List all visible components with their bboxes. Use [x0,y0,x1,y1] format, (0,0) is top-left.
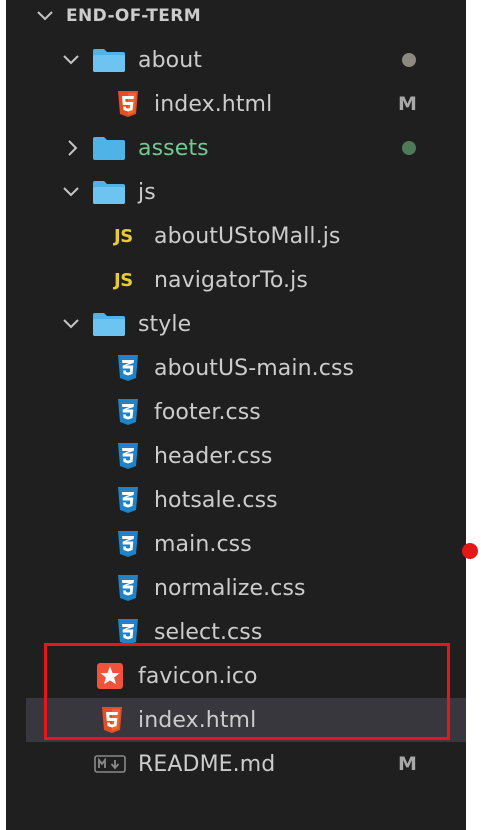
js-icon: JS [114,269,133,291]
file-label: index.html [138,707,257,733]
chevron-down-icon[interactable] [60,313,82,335]
css3-icon [116,442,140,470]
file-row-hotsale-css[interactable]: hotsale.css [6,478,466,522]
chevron-down-icon[interactable] [60,49,82,71]
file-row-normalize-css[interactable]: normalize.css [6,566,466,610]
folder-row-js[interactable]: js [6,170,466,214]
folder-icon [92,311,126,337]
css3-icon [116,618,140,646]
file-label: main.css [154,531,252,557]
git-modified-badge: M [398,753,417,775]
file-label: header.css [154,443,273,469]
git-modified-badge: M [398,93,417,115]
folder-icon [92,179,126,205]
chevron-down-icon[interactable] [34,5,56,27]
folder-row-style[interactable]: style [6,302,466,346]
file-label: index.html [154,91,273,117]
explorer-root-label: END-OF-TERM [66,6,202,26]
file-row-navigatorTo-js[interactable]: JS navigatorTo.js [6,258,466,302]
file-label: aboutUStoMall.js [154,223,341,249]
file-label: favicon.ico [138,663,258,689]
html5-icon [116,90,140,118]
added-dot [402,141,416,155]
file-row-header-css[interactable]: header.css [6,434,466,478]
file-label: normalize.css [154,575,306,601]
css3-icon [116,530,140,558]
file-row-index-html-root[interactable]: index.html [26,698,466,742]
markdown-icon [94,754,126,774]
file-label: footer.css [154,399,261,425]
favicon-star-icon [96,662,124,690]
file-explorer: END-OF-TERM about index.html M assets js… [6,0,466,830]
folder-label: about [138,47,202,73]
css3-icon [116,354,140,382]
file-row-favicon-ico[interactable]: favicon.ico [6,654,466,698]
folder-label: js [138,179,156,205]
folder-row-about[interactable]: about [6,38,466,82]
modified-dot [402,53,416,67]
file-row-aboutUS-main-css[interactable]: aboutUS-main.css [6,346,466,390]
file-row-select-css[interactable]: select.css [6,610,466,654]
file-label: README.md [138,751,276,777]
folder-icon [92,135,126,161]
file-label: navigatorTo.js [154,267,308,293]
css3-icon [116,486,140,514]
folder-label: style [138,311,192,337]
css3-icon [116,574,140,602]
file-row-aboutUStoMall-js[interactable]: JS aboutUStoMall.js [6,214,466,258]
file-label: aboutUS-main.css [154,355,355,381]
file-row-main-css[interactable]: main.css [6,522,466,566]
folder-label: assets [138,135,209,161]
red-marker-dot [462,543,478,559]
folder-icon [92,47,126,73]
file-row-index-html[interactable]: index.html M [6,82,466,126]
css3-icon [116,398,140,426]
folder-row-assets[interactable]: assets [6,126,466,170]
js-icon: JS [114,225,133,247]
file-label: select.css [154,619,263,645]
file-row-readme-md[interactable]: README.md M [6,742,466,786]
file-label: hotsale.css [154,487,278,513]
file-row-footer-css[interactable]: footer.css [6,390,466,434]
html5-icon [100,706,124,734]
chevron-right-icon[interactable] [62,137,84,159]
chevron-down-icon[interactable] [60,181,82,203]
explorer-root-header[interactable]: END-OF-TERM [6,0,466,38]
